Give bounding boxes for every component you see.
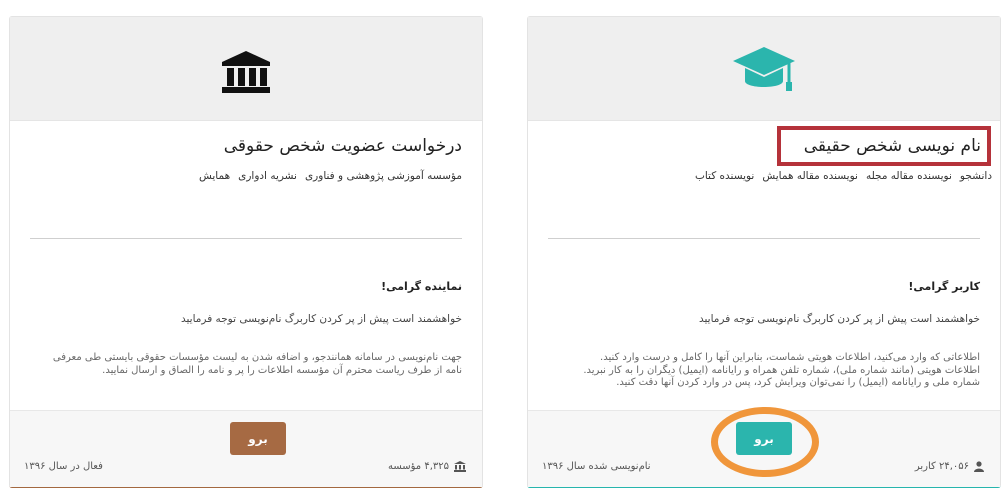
legal-membership-card: درخواست عضویت شخص حقوقی مؤسسه آموزشی پژو… xyxy=(9,16,483,488)
card-title: درخواست عضویت شخص حقوقی xyxy=(223,136,462,156)
instruction-line: شماره ملی و رایانامه (ایمیل) را نمی‌توان… xyxy=(616,377,980,388)
greeting: کاربر گرامی! xyxy=(908,280,980,293)
tag-conference: همایش xyxy=(198,170,231,182)
instruction-line: اطلاعات هویتی (مانند شماره ملی)، شماره ت… xyxy=(583,364,980,376)
instruction-line: اطلاعاتی که وارد می‌کنید، اطلاعات هویتی … xyxy=(600,352,980,363)
individual-registration-card: نام نویسی شخص حقیقی دانشجو نویسنده مقاله… xyxy=(527,16,1001,488)
tag-institution: مؤسسه آموزشی پژوهشی و فناوری xyxy=(304,170,462,182)
intro-text: خواهشمند است پیش از پر کردن کاربرگ نام‌ن… xyxy=(698,313,980,325)
tag-book-author: نویسنده کتاب xyxy=(694,170,755,182)
instructions: جهت نام‌نویسی در سامانه همانندجو، و اضاف… xyxy=(22,352,462,377)
tag-periodical: نشریه ادواری xyxy=(238,170,297,182)
greeting: نماینده گرامی! xyxy=(381,280,462,293)
go-button[interactable]: برو xyxy=(736,422,792,455)
tag-student: دانشجو xyxy=(959,170,992,182)
active-since: فعال در سال ۱۳۹۶ xyxy=(24,461,103,472)
user-icon xyxy=(974,461,984,472)
instructions: اطلاعاتی که وارد می‌کنید، اطلاعات هویتی … xyxy=(540,352,980,390)
card-header xyxy=(10,17,482,121)
go-button[interactable]: برو xyxy=(230,422,286,455)
tag-journal-author: نویسنده مقاله مجله xyxy=(865,170,952,182)
card-title: نام نویسی شخص حقیقی xyxy=(803,136,981,156)
institution-icon xyxy=(454,461,466,472)
user-count-label: ۲۴,۰۵۶ کاربر xyxy=(914,461,969,472)
divider xyxy=(30,238,462,239)
title-highlight-box: نام نویسی شخص حقیقی xyxy=(777,126,991,166)
member-type-tags: دانشجو نویسنده مقاله مجله نویسنده مقاله … xyxy=(695,170,992,182)
instruction-line: نامه از طرف ریاست محترم آن مؤسسه اطلاعات… xyxy=(102,364,462,376)
institution-count: ۴,۳۲۵ مؤسسه xyxy=(388,461,466,472)
institution-count-label: ۴,۳۲۵ مؤسسه xyxy=(387,461,449,472)
user-count: ۲۴,۰۵۶ کاربر xyxy=(915,461,984,472)
member-type-tags: مؤسسه آموزشی پژوهشی و فناوری نشریه ادوار… xyxy=(199,170,462,182)
graduation-cap-icon xyxy=(733,47,795,91)
intro-text: خواهشمند است پیش از پر کردن کاربرگ نام‌ن… xyxy=(180,313,462,325)
tag-conference-author: نویسنده مقاله همایش xyxy=(762,170,858,182)
instruction-line: جهت نام‌نویسی در سامانه همانندجو، و اضاف… xyxy=(52,352,462,363)
divider xyxy=(548,238,980,239)
card-header xyxy=(528,17,1000,121)
institution-icon xyxy=(222,51,270,93)
registered-since: نام‌نویسی شده سال ۱۳۹۶ xyxy=(542,461,651,472)
